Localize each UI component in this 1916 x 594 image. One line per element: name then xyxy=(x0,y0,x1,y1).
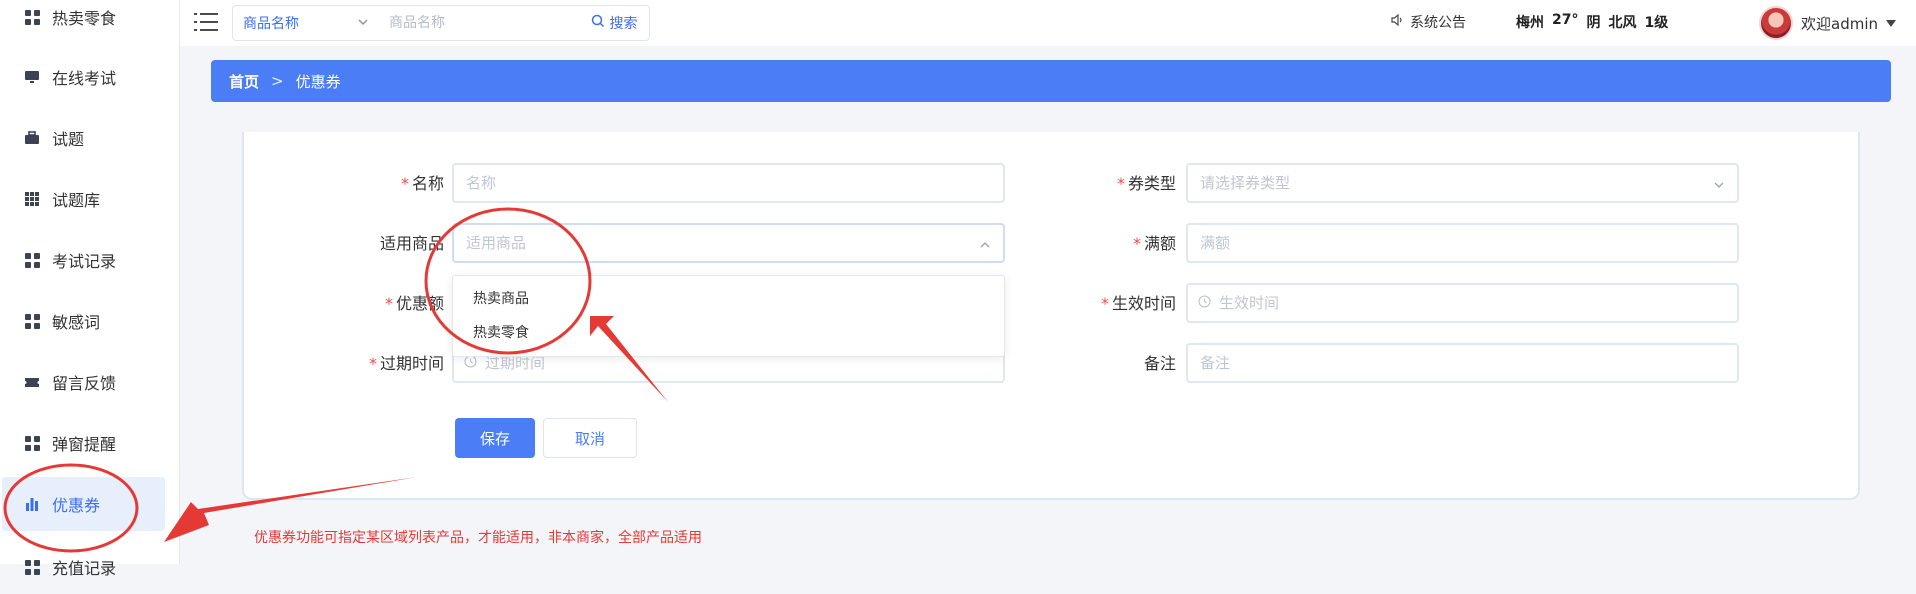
grid-icon xyxy=(24,313,40,329)
grid-icon xyxy=(24,252,40,268)
cancel-button[interactable]: 取消 xyxy=(543,418,637,458)
sidebar: 热卖零食 在线考试 试题 试题库 考试记录 敏感词 留言反馈 弹窗提醒 优惠券 … xyxy=(0,0,180,578)
monitor-icon xyxy=(24,69,40,85)
full-amount-label: * 满额 xyxy=(1132,234,1176,253)
sidebar-item-label: 敏感词 xyxy=(52,313,101,332)
sidebar-item-coupons[interactable]: 优惠券 xyxy=(2,477,165,531)
user-greeting: 欢迎admin xyxy=(1801,14,1878,33)
coupon-type-label: * 券类型 xyxy=(1116,174,1176,193)
remark-field[interactable] xyxy=(1186,343,1739,383)
system-notice[interactable]: 系统公告 xyxy=(1390,12,1466,32)
search-button-label: 搜索 xyxy=(609,16,638,32)
sidebar-item-hot-snacks[interactable]: 热卖零食 xyxy=(2,0,165,44)
full-amount-field[interactable] xyxy=(1186,223,1739,263)
remark-input[interactable] xyxy=(1198,353,1737,373)
applicable-goods-dropdown: 热卖商品 热卖零食 xyxy=(452,275,1005,357)
search-field-select[interactable]: 商品名称 xyxy=(233,6,379,40)
dropdown-option[interactable]: 热卖零食 xyxy=(453,316,1004,350)
apps-icon xyxy=(24,191,40,207)
sidebar-item-label: 在线考试 xyxy=(52,69,117,88)
sidebar-item-label: 考试记录 xyxy=(52,252,117,271)
system-notice-label: 系统公告 xyxy=(1410,15,1466,31)
grid-icon xyxy=(24,559,40,575)
search-input[interactable] xyxy=(379,6,579,40)
top-header: 商品名称 搜索 系统公告 梅州 27° 阴 北风 1级 欢迎admin xyxy=(180,0,1916,46)
ticket-icon xyxy=(24,374,40,390)
full-amount-input[interactable] xyxy=(1198,233,1737,253)
grid-icon xyxy=(24,9,40,25)
weather-city: 梅州 xyxy=(1516,15,1544,31)
effective-time-field[interactable] xyxy=(1186,283,1739,323)
applicable-goods-label: 适用商品 xyxy=(379,234,444,253)
weather-widget: 梅州 27° 阴 北风 1级 xyxy=(1516,12,1668,32)
weather-condition: 阴 xyxy=(1586,15,1601,31)
grid-icon xyxy=(24,435,40,451)
user-menu[interactable]: 欢迎admin xyxy=(1759,6,1896,40)
chevron-down-icon xyxy=(1713,177,1725,195)
caret-down-icon xyxy=(1886,14,1896,32)
breadcrumb-separator: > xyxy=(271,72,284,90)
breadcrumb: 首页 > 优惠券 xyxy=(211,60,1891,102)
sidebar-item-exam-records[interactable]: 考试记录 xyxy=(2,233,165,287)
applicable-goods-select[interactable] xyxy=(452,223,1005,263)
search-bar: 商品名称 搜索 xyxy=(232,5,650,41)
weather-level: 1级 xyxy=(1644,15,1669,31)
dropdown-option[interactable]: 热卖商品 xyxy=(453,282,1004,316)
breadcrumb-current: 优惠券 xyxy=(295,72,341,91)
avatar xyxy=(1759,6,1793,40)
coupon-type-select[interactable] xyxy=(1186,163,1739,203)
sidebar-item-label: 试题 xyxy=(52,130,85,149)
search-icon xyxy=(591,14,605,32)
effective-time-label: * 生效时间 xyxy=(1100,294,1176,313)
sidebar-item-label: 优惠券 xyxy=(52,496,101,515)
menu-toggle-icon[interactable] xyxy=(194,12,218,32)
coupon-type-input[interactable] xyxy=(1198,173,1737,193)
search-button[interactable]: 搜索 xyxy=(579,6,649,40)
name-label: * 名称 xyxy=(400,174,444,193)
briefcase-icon xyxy=(24,130,40,146)
sidebar-item-sensitive-words[interactable]: 敏感词 xyxy=(2,294,165,348)
annotation-note: 优惠券功能可指定某区域列表产品，才能适用，非本商家，全部产品适用 xyxy=(254,530,702,546)
chevron-up-icon xyxy=(979,237,991,255)
discount-amount-label: * 优惠额 xyxy=(384,294,444,313)
sidebar-item-label: 充值记录 xyxy=(52,559,117,578)
sidebar-item-online-exam[interactable]: 在线考试 xyxy=(2,50,165,104)
search-field-select-value: 商品名称 xyxy=(243,16,299,32)
sidebar-item-label: 留言反馈 xyxy=(52,374,117,393)
name-input[interactable] xyxy=(464,173,1003,193)
save-button[interactable]: 保存 xyxy=(455,418,535,458)
bar-chart-icon xyxy=(24,496,40,512)
clock-icon xyxy=(1198,294,1211,312)
sidebar-item-label: 弹窗提醒 xyxy=(52,435,117,454)
remark-label: 备注 xyxy=(1143,354,1176,373)
effective-time-input[interactable] xyxy=(1217,293,1737,313)
sidebar-item-label: 试题库 xyxy=(52,191,101,210)
speaker-icon xyxy=(1390,13,1404,31)
breadcrumb-home[interactable]: 首页 xyxy=(229,71,259,92)
chevron-down-icon xyxy=(357,16,369,32)
sidebar-item-feedback[interactable]: 留言反馈 xyxy=(2,355,165,409)
sidebar-item-question-bank[interactable]: 试题库 xyxy=(2,172,165,226)
sidebar-item-questions[interactable]: 试题 xyxy=(2,111,165,165)
weather-temp: 27° xyxy=(1552,12,1579,28)
sidebar-item-label: 热卖零食 xyxy=(52,9,117,28)
sidebar-item-recharge-records[interactable]: 充值记录 xyxy=(2,540,165,594)
weather-wind: 北风 xyxy=(1608,15,1637,31)
name-field[interactable] xyxy=(452,163,1005,203)
applicable-goods-input[interactable] xyxy=(464,233,1003,253)
expire-time-label: * 过期时间 xyxy=(368,354,444,373)
sidebar-item-popup-reminder[interactable]: 弹窗提醒 xyxy=(2,416,165,470)
